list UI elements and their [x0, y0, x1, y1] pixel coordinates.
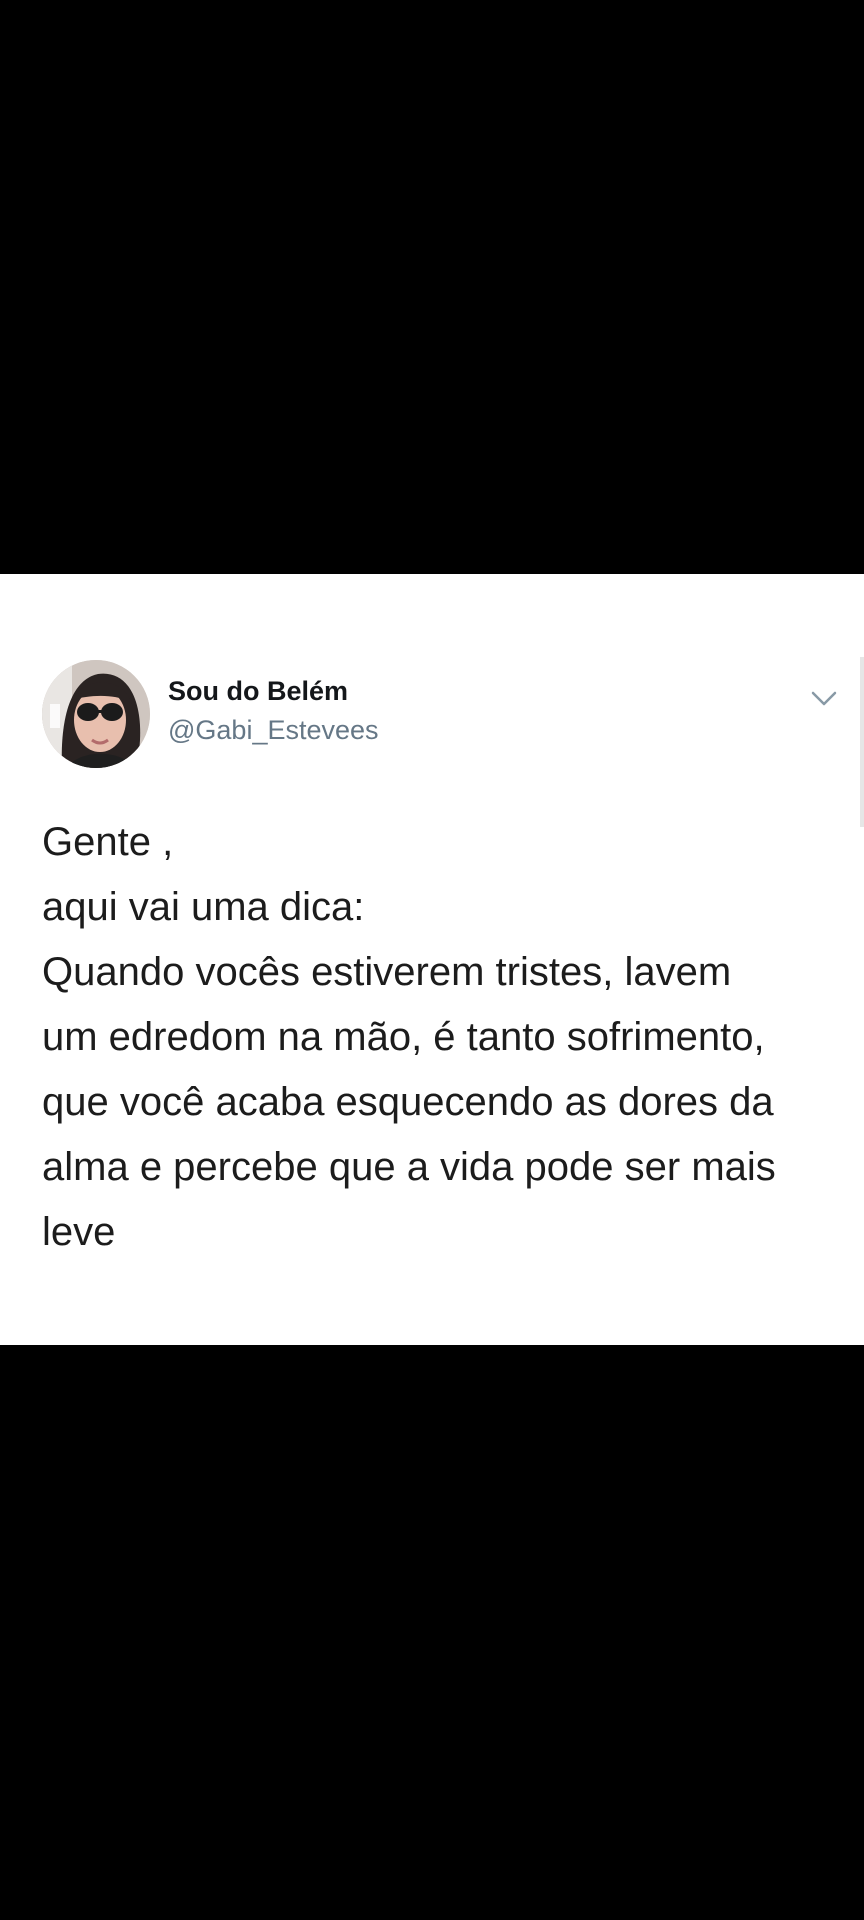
avatar-photo [42, 660, 150, 768]
tweet-card: Sou do Belém @Gabi_Estevees Gente , aqui… [0, 574, 864, 1345]
tweet-text-line: Gente , [42, 820, 174, 864]
tweet-text: Gente , aqui vai uma dica: Quando vocês … [42, 810, 842, 1265]
top-black-band [0, 0, 864, 574]
tweet-text-line: leve [42, 1210, 116, 1254]
tweet-text-line: aqui vai uma dica: [42, 885, 365, 929]
user-handle[interactable]: @Gabi_Estevees [168, 715, 379, 746]
tweet-text-line: alma e percebe que a vida pode ser mais [42, 1145, 776, 1189]
tweet-text-line: que você acaba esquecendo as dores da [42, 1080, 774, 1124]
scroll-edge [860, 657, 864, 827]
tweet-text-line: Quando vocês estiverem tristes, lavem [42, 950, 732, 994]
chevron-down-icon[interactable] [806, 680, 842, 716]
display-name[interactable]: Sou do Belém [168, 676, 348, 707]
tweet-text-line: um edredom na mão, é tanto sofrimento, [42, 1015, 765, 1059]
bottom-black-band [0, 1345, 864, 1920]
avatar[interactable] [42, 660, 150, 768]
